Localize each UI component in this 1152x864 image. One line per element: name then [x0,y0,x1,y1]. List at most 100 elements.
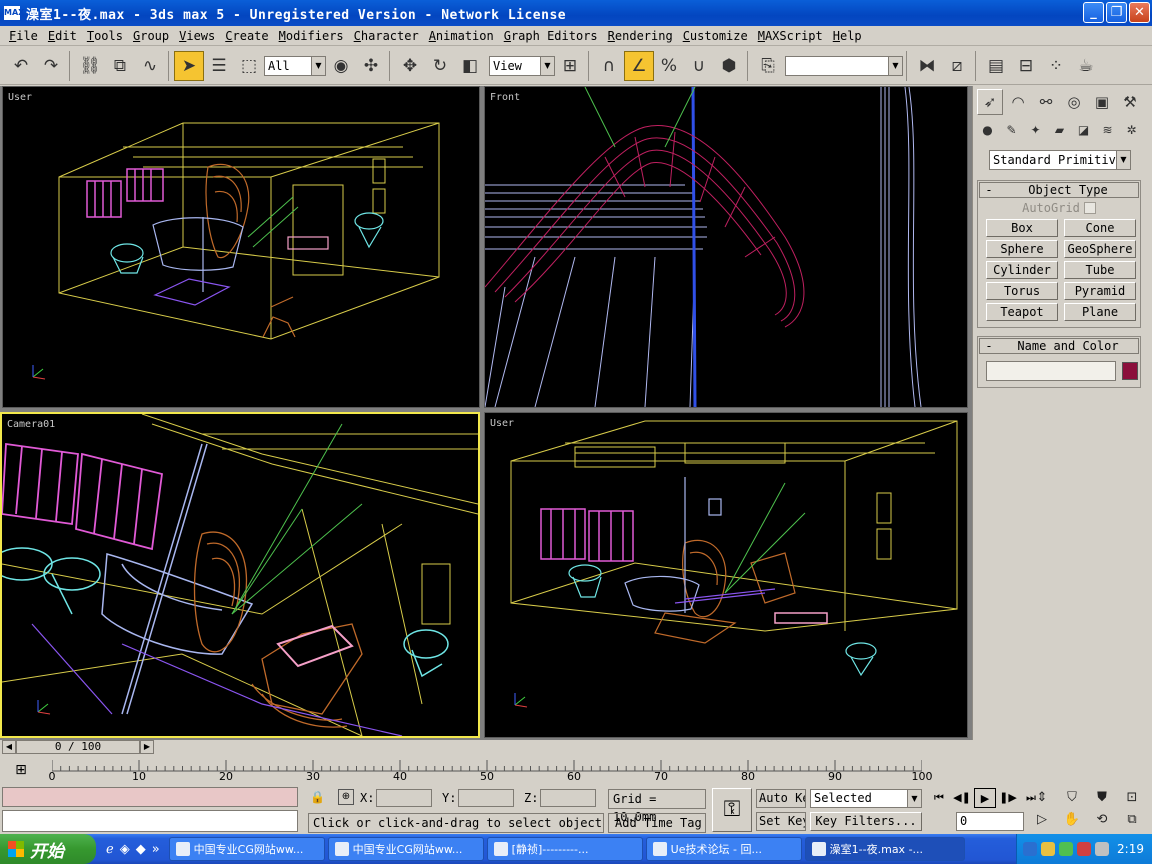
snap-3d-icon[interactable]: ∩ [594,51,624,81]
hierarchy-tab-icon[interactable]: ⚯ [1033,89,1059,115]
minimize-button[interactable]: _ [1083,2,1104,23]
taskbar-item[interactable]: 中国专业CG网站ww... [327,837,484,861]
edit-named-selection-icon[interactable]: ⎘ [753,51,783,81]
maximize-viewport-icon[interactable]: ⧉ [1120,810,1144,830]
chevron-right-icon[interactable]: ▶ [140,740,154,754]
unlink-icon[interactable]: ⧉ [105,51,135,81]
menu-character[interactable]: Character [349,29,424,43]
rectangular-selection-icon[interactable]: ⬚ [234,51,264,81]
close-button[interactable]: ✕ [1129,2,1150,23]
pyramid-button[interactable]: Pyramid [1064,282,1136,300]
x-field[interactable] [376,789,433,807]
object-color-swatch[interactable] [1122,362,1138,380]
geosphere-button[interactable]: GeoSphere [1064,240,1136,258]
play-icon[interactable]: ▶ [974,788,996,808]
motion-tab-icon[interactable]: ◎ [1061,89,1087,115]
track-bar[interactable]: ⊞ 0 10 20 30 40 50 60 70 80 90 100 [0,756,972,786]
y-field[interactable] [458,789,515,807]
menu-customize[interactable]: Customize [678,29,753,43]
percent-snap-icon[interactable]: % [654,51,684,81]
reference-coord-dropdown[interactable]: View ▼ [489,55,555,76]
spinner-snap-icon[interactable]: ∪ [684,51,714,81]
next-frame-icon[interactable]: ❚▶ [997,788,1019,808]
key-filters-button[interactable]: Key Filters... [810,812,922,831]
maxscript-listener-mini[interactable] [2,787,298,807]
menu-help[interactable]: Help [828,29,867,43]
set-key-button[interactable]: Set Key [756,812,806,831]
tube-button[interactable]: Tube [1064,261,1136,279]
track-bar-toggle-icon[interactable]: ⊞ [10,762,32,780]
object-name-input[interactable] [986,361,1116,381]
media-icon[interactable]: ◈ [120,842,130,857]
menu-rendering[interactable]: Rendering [603,29,678,43]
tray-security-icon[interactable] [1077,842,1091,856]
zoom-extents-all-icon[interactable]: ⊡ [1120,788,1144,808]
menu-maxscript[interactable]: MAXScript [753,29,828,43]
render-scene-icon[interactable]: ☕ [1071,51,1101,81]
menu-animation[interactable]: Animation [424,29,499,43]
select-by-name-icon[interactable]: ☰ [204,51,234,81]
link-icon[interactable]: ⛓ [75,51,105,81]
add-time-tag-button[interactable]: Add Time Tag [608,813,706,833]
undo-icon[interactable]: ↶ [6,51,36,81]
cameras-icon[interactable]: ▰ [1049,120,1070,140]
viewport-camera[interactable]: Camera01 [0,412,480,738]
create-tab-icon[interactable]: ➶ [977,89,1003,115]
taskbar-item[interactable]: Ue技术论坛 - 回... [645,837,802,861]
previous-frame-icon[interactable]: ◀❚ [951,788,973,808]
menu-tools[interactable]: Tools [82,29,128,43]
menu-views[interactable]: Views [174,29,220,43]
viewport-label[interactable]: Camera01 [7,419,55,430]
status-line[interactable] [2,810,298,832]
rotate-icon[interactable]: ↻ [425,51,455,81]
torus-button[interactable]: Torus [986,282,1058,300]
redo-icon[interactable]: ↷ [36,51,66,81]
lock-selection-icon[interactable]: 🔒 [310,790,325,804]
tray-volume-icon[interactable] [1095,842,1109,856]
helpers-icon[interactable]: ◪ [1073,120,1094,140]
start-button[interactable]: 开始 [0,834,96,864]
select-and-manipulate-icon[interactable]: ✣ [356,51,386,81]
schematic-view-icon[interactable]: ⊟ [1011,51,1041,81]
scale-icon[interactable]: ◧ [455,51,485,81]
primitive-category-dropdown[interactable]: Standard Primitiv ▼ [989,150,1131,170]
tray-network-icon[interactable] [1059,842,1073,856]
title-bar[interactable]: MAX 澡室1--夜.max - 3ds max 5 - Unregistere… [0,0,1152,26]
box-button[interactable]: Box [986,219,1058,237]
menu-file[interactable]: File [4,29,43,43]
cone-button[interactable]: Cone [1064,219,1136,237]
viewport-label[interactable]: Front [490,92,520,103]
named-selection-sets-icon[interactable]: ⬢ [714,51,744,81]
window-crossing-icon[interactable]: ◉ [326,51,356,81]
named-selection-dropdown[interactable]: ▼ [785,55,903,76]
menu-modifiers[interactable]: Modifiers [274,29,349,43]
shapes-icon[interactable]: ✎ [1001,120,1022,140]
ie-icon[interactable]: ℯ [106,842,114,857]
set-key-icon[interactable]: ⚿ [712,788,752,832]
material-editor-icon[interactable]: ⁘ [1041,51,1071,81]
bind-space-warp-icon[interactable]: ∿ [135,51,165,81]
sphere-button[interactable]: Sphere [986,240,1058,258]
display-tab-icon[interactable]: ▣ [1089,89,1115,115]
zoom-all-icon[interactable]: ⛉ [1060,788,1084,808]
mirror-icon[interactable]: ⧓ [912,51,942,81]
select-object-icon[interactable]: ➤ [174,50,204,81]
utilities-tab-icon[interactable]: ⚒ [1117,89,1143,115]
systems-icon[interactable]: ✲ [1121,120,1142,140]
go-to-start-icon[interactable]: ⏮ [928,788,950,808]
expand-icon[interactable]: » [152,842,160,857]
auto-key-button[interactable]: Auto Key [756,789,806,808]
name-and-color-header[interactable]: - Name and Color [979,338,1139,354]
taskbar-item-active[interactable]: 澡室1--夜.max -... [804,837,965,861]
geometry-icon[interactable]: ● [977,120,998,140]
zoom-icon[interactable]: ⇕ [1030,788,1054,808]
menu-edit[interactable]: Edit [43,29,82,43]
angle-snap-icon[interactable]: ∠ [624,50,654,81]
object-type-header[interactable]: - Object Type [979,182,1139,198]
maximize-button[interactable]: ❐ [1106,2,1127,23]
pivot-center-icon[interactable]: ⊞ [555,51,585,81]
menu-graph-editors[interactable]: Graph Editors [499,29,603,43]
lights-icon[interactable]: ✦ [1025,120,1046,140]
pan-icon[interactable]: ✋ [1060,810,1084,830]
zoom-extents-icon[interactable]: ⛊ [1090,788,1114,808]
